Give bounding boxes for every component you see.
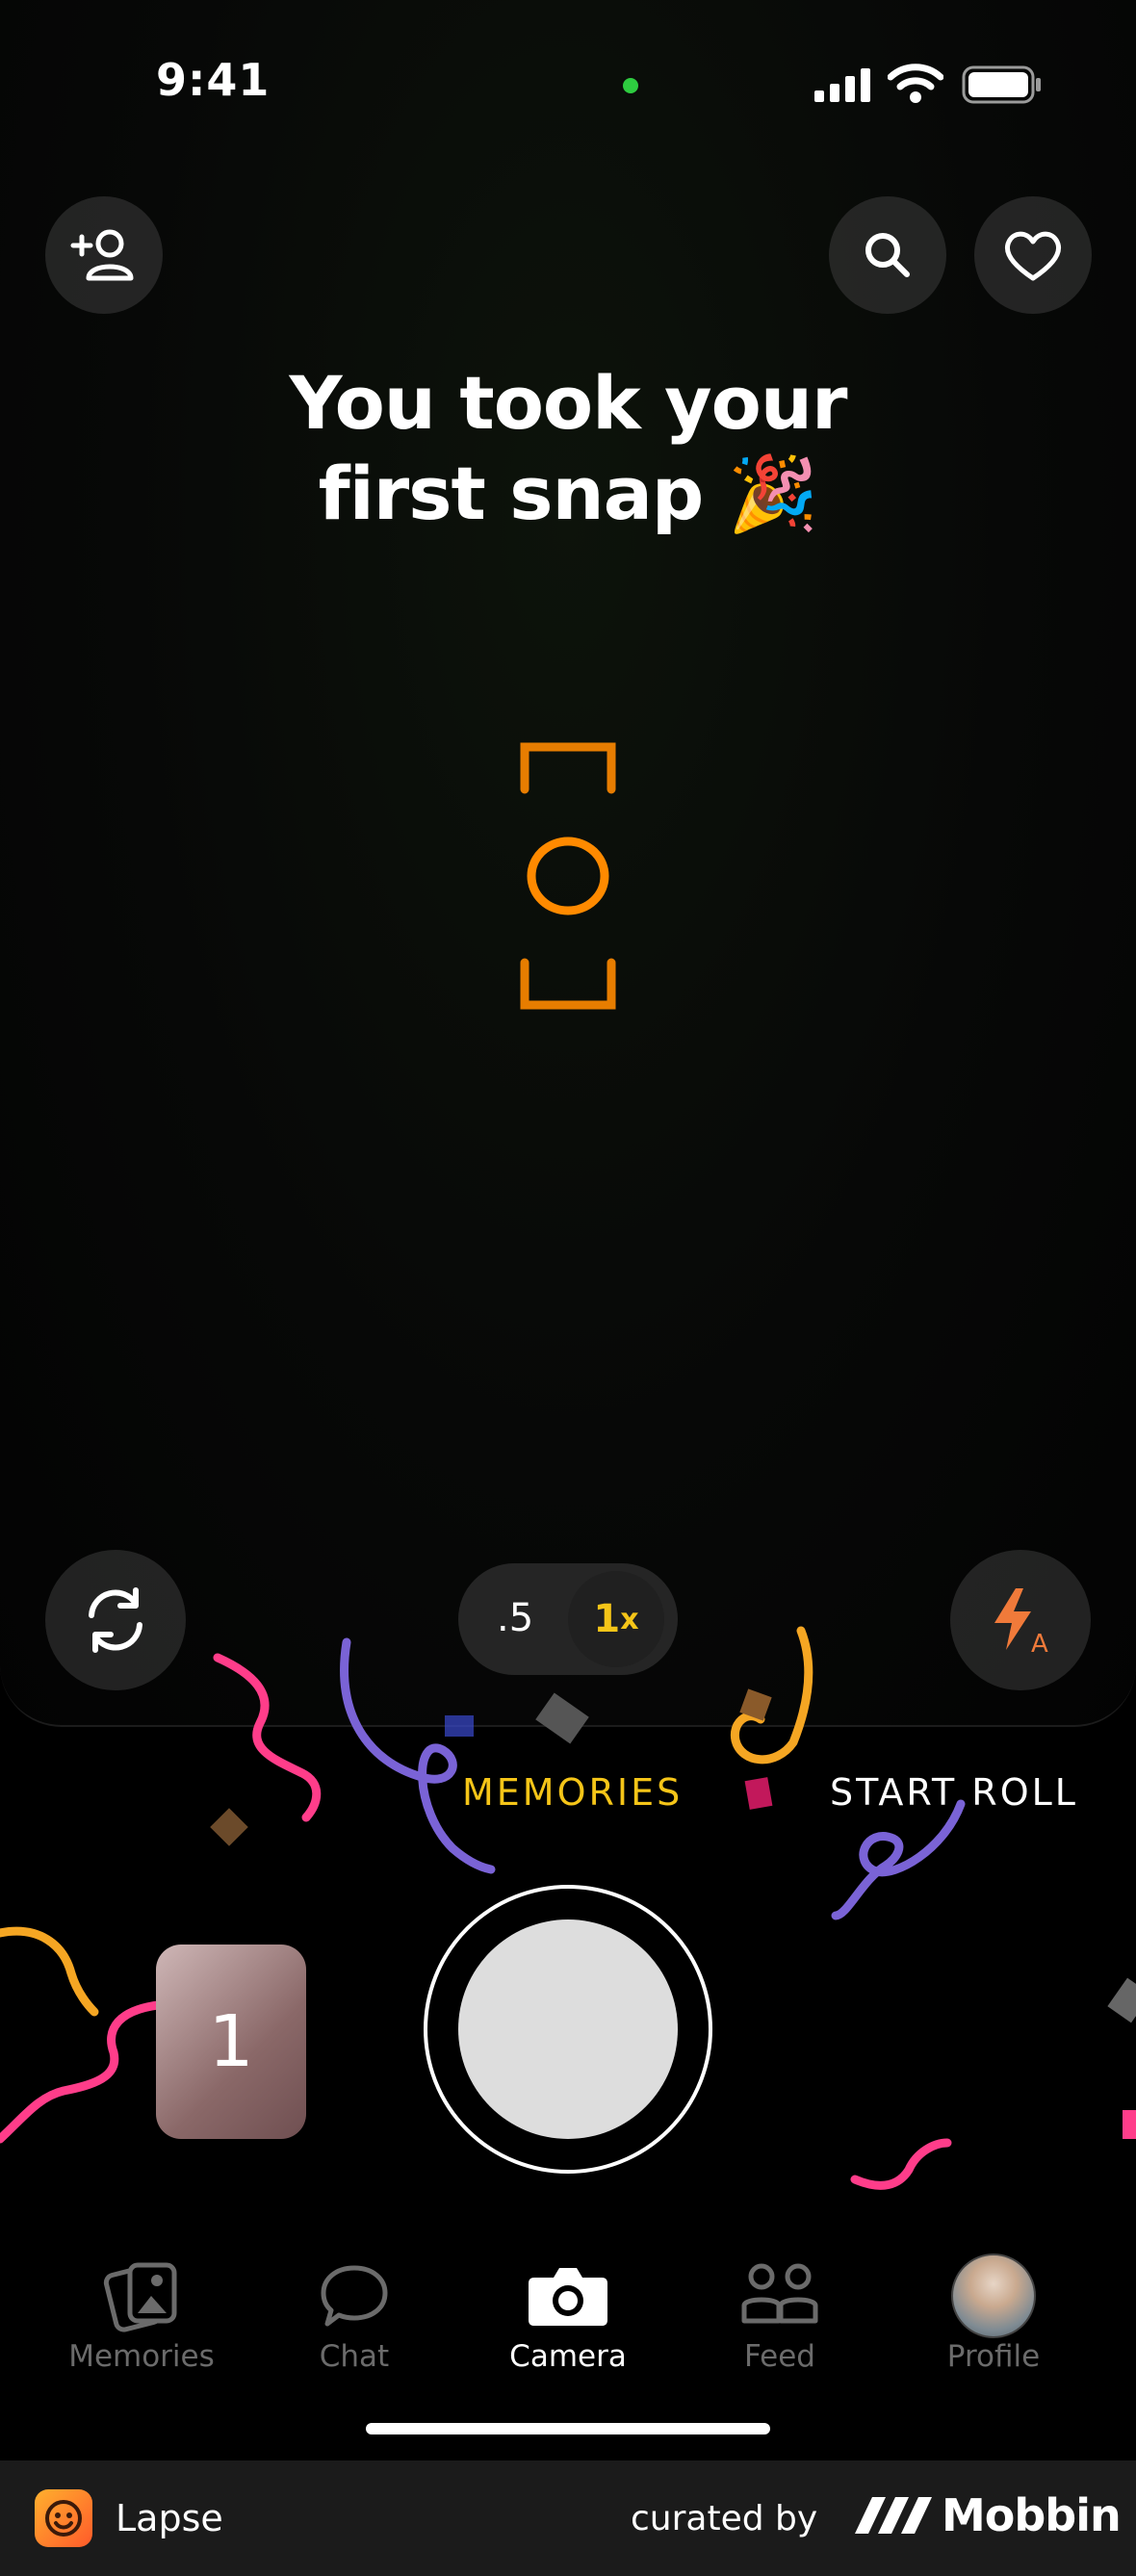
shutter-button[interactable] [424,1885,712,2174]
tab-chat[interactable]: Chat [258,2253,451,2374]
headline-line-2: first snap 🎉 [318,451,819,536]
headline-line-1: You took your [289,360,848,446]
tab-feed-label: Feed [744,2339,815,2374]
tab-camera-label: Camera [509,2339,627,2374]
search-button[interactable] [829,196,946,314]
add-friend-button[interactable] [45,196,163,314]
camera-in-use-indicator [623,78,638,93]
camera-icon [529,2268,607,2326]
mode-start-roll[interactable]: START ROLL [830,1771,1080,1814]
favorites-button[interactable] [974,196,1092,314]
battery-icon [962,65,1041,104]
memories-thumbnail[interactable]: 1 [156,1945,306,2139]
tab-chat-label: Chat [319,2339,390,2374]
camera-viewfinder[interactable]: 9:41 You took your first snap 🎉 .5 1 x A [0,0,1136,1727]
flip-camera-icon [89,1587,142,1653]
tab-profile-label: Profile [946,2339,1041,2374]
shutter-inner [458,1919,678,2139]
focus-reticle-icon [520,742,616,1010]
tab-feed[interactable]: Feed [684,2253,876,2374]
mobbin-logo-icon [855,2497,932,2534]
chat-icon [321,2265,388,2327]
app-name: Lapse [116,2497,223,2539]
flip-camera-button[interactable] [45,1550,186,1690]
tab-profile[interactable]: Profile [897,2253,1090,2374]
flash-button[interactable]: A [950,1550,1091,1690]
svg-text:A: A [1031,1630,1048,1656]
add-person-icon [70,229,134,281]
zoom-1x-option[interactable]: 1x [568,1571,664,1667]
lapse-app-icon [35,2489,92,2547]
attribution-footer: Lapse curated by Mobbin [0,2460,1136,2576]
heart-icon [1004,231,1062,281]
mode-memories[interactable]: MEMORIES [462,1771,683,1814]
first-snap-message: You took your first snap 🎉 [183,358,953,539]
cellular-signal-icon [814,68,870,102]
zoom-1x-suffix: x [620,1602,639,1636]
wifi-icon [888,64,943,103]
zoom-1x-value: 1 [593,1597,621,1641]
tab-memories[interactable]: Memories [45,2253,238,2374]
memories-count: 1 [208,2000,254,2083]
zoom-half-option[interactable]: .5 [497,1596,533,1640]
home-indicator [366,2423,770,2434]
search-icon [865,233,910,277]
feed-icon [741,2263,818,2324]
curated-by-label: curated by [631,2499,818,2538]
tab-camera[interactable]: Camera [472,2253,664,2374]
mobbin-brand: Mobbin [942,2489,1122,2541]
status-bar: 9:41 [0,0,1136,173]
tab-memories-label: Memories [68,2339,215,2374]
smiley-icon [45,2500,82,2537]
bottom-tab-bar: Memories Chat Camera Feed Profile [0,2253,1136,2397]
zoom-selector[interactable]: .5 1x [458,1563,678,1675]
memories-icon [103,2262,177,2332]
flash-auto-icon: A [994,1588,1048,1656]
status-time: 9:41 [156,54,271,106]
avatar [951,2254,1036,2338]
